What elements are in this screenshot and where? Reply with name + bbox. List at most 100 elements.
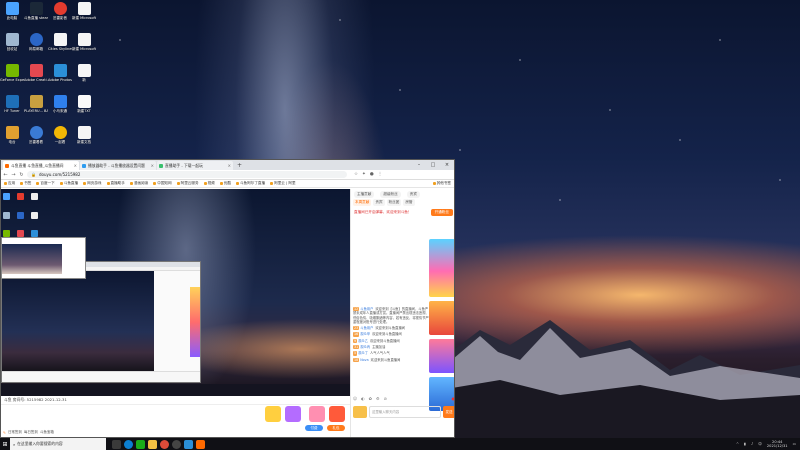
windows-start-icon[interactable]: ⊞	[0, 438, 10, 450]
desktop-icon-pubg[interactable]: PLAYERU... BATTLEGR...	[24, 93, 48, 121]
browser-tab-assistant[interactable]: 直播助手 - 下载一起玩 ×	[157, 161, 233, 170]
close-tab-icon[interactable]: ×	[74, 163, 77, 168]
minimize-icon[interactable]: –	[412, 162, 426, 168]
browser-window: 斗鱼直播 斗鱼直播_斗鱼直播间 × 播放器助手 - 斗鱼播放器设置问题 × 直播助手…	[0, 159, 455, 438]
desktop-icon-steam[interactable]: 斗鱼直播 steam	[24, 0, 48, 28]
chrome-icon[interactable]	[160, 439, 169, 449]
desktop-icon-adobe-cc[interactable]: Adobe Creati...	[24, 62, 48, 90]
settings-icon[interactable]: ⚙	[376, 396, 380, 401]
chat-input[interactable]: 这里输入聊天内容	[369, 406, 441, 418]
promo-card[interactable]	[429, 301, 454, 335]
network-icon[interactable]: ▮	[744, 442, 746, 446]
desktop-icon-radio[interactable]: 电台	[0, 124, 24, 152]
emoji-icon[interactable]: ☺	[353, 396, 357, 401]
douyu-icon[interactable]	[196, 439, 205, 449]
bookmark-item[interactable]: 优酷	[219, 181, 231, 186]
desktop-icon-new-txt[interactable]: 新建TXT	[72, 93, 96, 121]
gift-item[interactable]	[265, 406, 281, 422]
tab-weekly-contribution[interactable]: 本周贡献	[353, 199, 372, 206]
gift-icon[interactable]: ✿	[369, 396, 372, 401]
pay-button[interactable]: 付费	[305, 425, 323, 431]
promo-card[interactable]	[429, 339, 454, 373]
edge-icon[interactable]	[124, 439, 133, 449]
bookmark-item[interactable]: 百度一下	[36, 181, 55, 186]
desktop-icon-watch[interactable]: 一起看	[48, 124, 72, 152]
video-player[interactable]	[1, 189, 350, 396]
record-icon[interactable]: ●	[452, 396, 455, 401]
bookmark-item[interactable]: 漫画阅读	[129, 181, 148, 186]
daily-signin-link[interactable]: 日常签到	[8, 430, 22, 435]
forward-icon[interactable]: →	[11, 172, 16, 178]
close-tab-icon[interactable]: ×	[151, 163, 154, 168]
color-icon[interactable]: ◐	[361, 396, 365, 401]
bookmark-item[interactable]: 视频	[203, 181, 215, 186]
desktop-icon-this-pc[interactable]: 此电脑	[0, 0, 24, 28]
menu-icon[interactable]: ⋮	[378, 172, 383, 177]
desktop-icon-hf-tuner[interactable]: HF Tuner	[0, 93, 24, 121]
gift-item[interactable]	[329, 406, 345, 422]
contribution-rank-tab[interactable]: 主播贡献	[354, 190, 375, 198]
profile-icon[interactable]: ●	[370, 172, 374, 177]
treasure-box-link[interactable]: 斗鱼宝箱	[40, 430, 54, 435]
folder-icon[interactable]	[148, 439, 157, 449]
bookmark-item[interactable]: 直播助手	[106, 181, 125, 186]
maximize-icon[interactable]: □	[426, 162, 440, 168]
bookmark-item[interactable]: 书签	[20, 181, 31, 186]
gift-item[interactable]	[309, 406, 325, 422]
ime-indicator[interactable]: 中	[758, 442, 762, 447]
close-tab-icon[interactable]: ×	[228, 163, 231, 168]
system-tray: ^ ▮ ♪ 中 20:44 2021/12/31 ▭	[736, 440, 800, 448]
desktop-icon-cities[interactable]: Cities Skylines	[48, 31, 72, 59]
block-icon[interactable]: ⊘	[384, 396, 387, 401]
desktop-icon-mail[interactable]: 网易邮箱	[24, 31, 48, 59]
tab-fan-club[interactable]: 粉丝团	[386, 199, 402, 206]
bookmark-item[interactable]: 斗鱼直播	[59, 181, 78, 186]
desktop-icon-geforce[interactable]: GeForce Experience	[0, 62, 24, 90]
desktop-icon-word-doc[interactable]: 新建 Microsoft...	[72, 0, 96, 28]
vip-tab[interactable]: 贵宾	[406, 190, 420, 198]
desktop-icon-word-doc-2[interactable]: 新建 Microsoft...	[72, 31, 96, 59]
bookmark-item[interactable]: 阿里云 | 阿里	[270, 181, 296, 186]
desktop-icon-app[interactable]: 小马宋通	[48, 93, 72, 121]
send-button[interactable]: 发送	[443, 406, 454, 418]
bookmark-item[interactable]: 应用	[4, 181, 15, 186]
taskbar-search[interactable]: ⌕ 在这里输入你要搜索的内容	[10, 438, 106, 450]
extension-icon[interactable]: ✦	[362, 172, 366, 177]
desktop-icon-new-doc[interactable]: 新	[72, 62, 96, 90]
bookmark-item[interactable]: 斗鱼阿尔丁直播	[235, 181, 265, 186]
bookmark-item[interactable]: 阿里云服务	[176, 181, 199, 186]
super-fans-tab[interactable]: 超级粉丝	[380, 190, 401, 198]
bookmark-item-other[interactable]: 其他书签	[432, 181, 451, 186]
daily-checkin-link[interactable]: 每日签到	[24, 430, 38, 435]
promo-banner[interactable]	[429, 239, 454, 297]
desktop-icon-media-player[interactable]: 迅雷影音	[48, 0, 72, 28]
reload-icon[interactable]: ↻	[19, 172, 24, 178]
obs-icon[interactable]	[172, 439, 181, 449]
tab-vip[interactable]: 贵宾	[373, 199, 385, 206]
bookmark-item[interactable]: 网页游戏	[83, 181, 102, 186]
tray-overflow-icon[interactable]: ^	[736, 442, 739, 446]
star-icon[interactable]: ☆	[354, 172, 358, 177]
gift-pack-button[interactable]: 礼包	[327, 425, 345, 431]
close-icon[interactable]: ×	[440, 162, 454, 168]
address-bar[interactable]: 🔒 douyu.com/5215982	[27, 171, 347, 178]
task-view-icon[interactable]	[112, 439, 121, 449]
open-fan-button[interactable]: 开通粉丝	[430, 209, 453, 216]
desktop-icon-recycle-bin[interactable]: 回收站	[0, 31, 24, 59]
new-tab-button[interactable]: +	[237, 162, 242, 169]
wechat-icon[interactable]	[136, 439, 145, 449]
browser-tab-player-help[interactable]: 播放器助手 - 斗鱼播放器设置问题 ×	[80, 161, 156, 170]
tab-moderators[interactable]: 房管	[403, 199, 415, 206]
gift-item[interactable]	[285, 406, 301, 422]
photoshop-icon[interactable]	[184, 439, 193, 449]
desktop-icon-photoshop[interactable]: Adobe Photosh...	[48, 62, 72, 90]
desktop-icon-video-app[interactable]: 迅雷看看	[24, 124, 48, 152]
notification-icon[interactable]: ▭	[793, 442, 796, 446]
bookmark-item[interactable]: 中国知网	[153, 181, 172, 186]
volume-icon[interactable]: ♪	[751, 442, 753, 446]
browser-tab-douyu[interactable]: 斗鱼直播 斗鱼直播_斗鱼直播间 ×	[3, 161, 79, 170]
desktop-icon-new-document[interactable]: 新建文档	[72, 124, 96, 152]
clock[interactable]: 20:44 2021/12/31	[767, 440, 788, 448]
word-doc-icon	[77, 2, 91, 15]
back-icon[interactable]: ←	[3, 172, 8, 178]
